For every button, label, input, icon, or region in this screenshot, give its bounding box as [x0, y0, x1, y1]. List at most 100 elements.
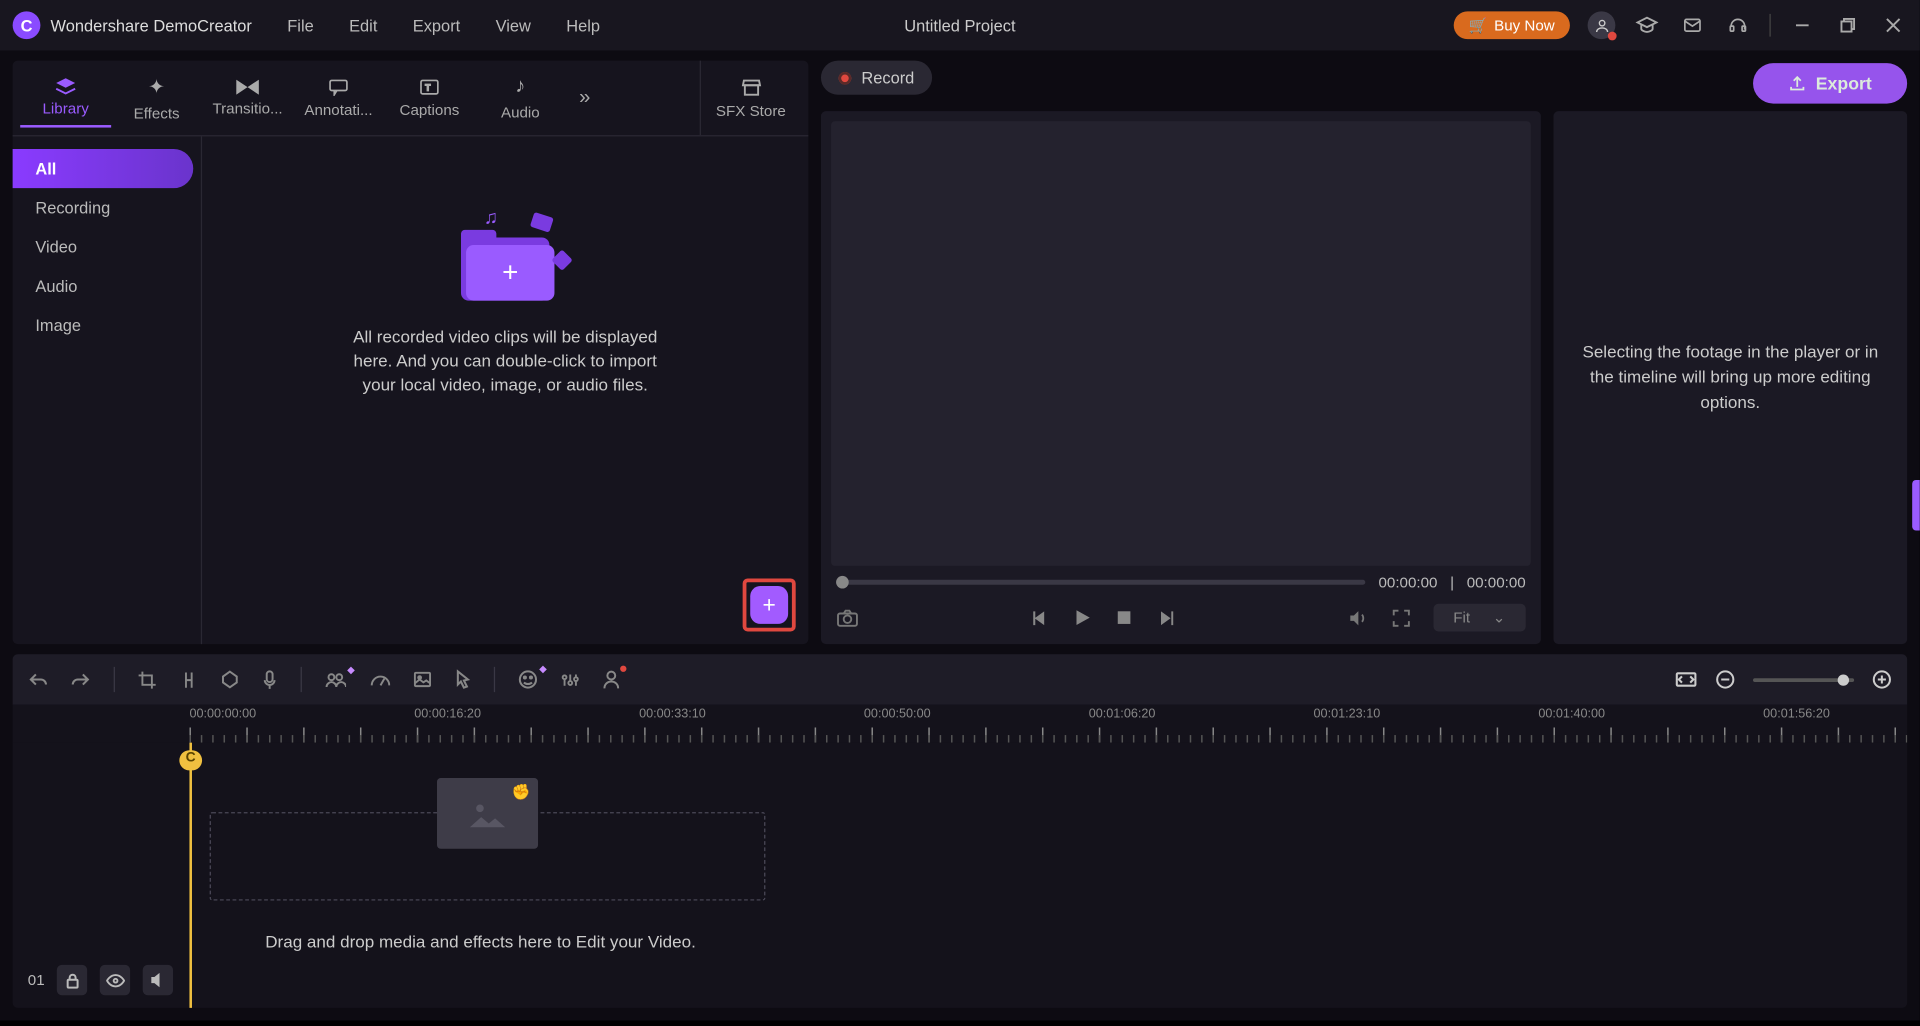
side-panel-handle[interactable]: [1912, 480, 1920, 531]
library-main[interactable]: ♫ + All recorded video clips will be dis…: [202, 136, 808, 644]
zoom-in-icon[interactable]: [1872, 669, 1892, 689]
split-icon[interactable]: [179, 670, 198, 689]
volume-icon[interactable]: [1347, 608, 1368, 627]
marker-icon[interactable]: [221, 669, 239, 689]
import-folder-illustration: ♫ +: [448, 212, 562, 300]
sidebar-item-recording[interactable]: Recording: [13, 188, 194, 227]
ruler-label: 00:00:16:20: [414, 707, 481, 721]
ruler-label: 00:00:50:00: [864, 707, 931, 721]
media-thumbnail[interactable]: ✊: [437, 778, 538, 849]
menu-file[interactable]: File: [287, 16, 313, 35]
library-empty-message: All recorded video clips will be display…: [347, 326, 663, 398]
stop-icon[interactable]: [1117, 610, 1132, 625]
app-logo: C: [13, 11, 41, 39]
freeze-frame-icon[interactable]: [413, 671, 432, 689]
preview-scrubber[interactable]: [836, 580, 1366, 585]
tab-library[interactable]: Library: [20, 69, 111, 127]
record-dot-icon: [839, 71, 852, 84]
track-visibility-icon[interactable]: [100, 965, 130, 995]
sidebar-item-all[interactable]: All: [13, 149, 194, 188]
tab-audio[interactable]: ♪ Audio: [475, 68, 566, 129]
sidebar-item-video[interactable]: Video: [13, 227, 194, 266]
track-mute-icon[interactable]: [143, 965, 173, 995]
track-number: 01: [28, 971, 45, 989]
close-icon[interactable]: [1879, 11, 1907, 39]
playhead[interactable]: [189, 743, 192, 1008]
ruler-label: 00:00:33:10: [639, 707, 706, 721]
ruler-label: 00:01:06:20: [1089, 707, 1156, 721]
preview-time-current: 00:00:00: [1378, 573, 1437, 591]
timeline-ruler[interactable]: 00:00:00:00 00:00:16:20 00:00:33:10 00:0…: [13, 705, 1908, 743]
buy-now-button[interactable]: 🛒 Buy Now: [1454, 11, 1570, 39]
ruler-label: 00:01:23:10: [1314, 707, 1381, 721]
person-icon[interactable]: [602, 669, 620, 689]
zoom-out-icon[interactable]: [1715, 669, 1735, 689]
tab-transitions[interactable]: Transitio...: [202, 71, 293, 124]
minimize-icon[interactable]: [1788, 11, 1816, 39]
headset-icon[interactable]: [1724, 11, 1752, 39]
record-button[interactable]: Record: [821, 61, 932, 95]
play-icon[interactable]: [1074, 609, 1092, 627]
tab-effects[interactable]: ✦ Effects: [111, 66, 202, 129]
voiceover-icon[interactable]: [261, 669, 277, 690]
tab-transitions-label: Transitio...: [212, 99, 282, 117]
crop-icon[interactable]: [138, 670, 157, 689]
sidebar-item-image[interactable]: Image: [13, 306, 194, 345]
library-tabs: Library ✦ Effects Transitio... Annot: [13, 61, 809, 137]
menu-export[interactable]: Export: [413, 16, 460, 35]
buy-now-label: Buy Now: [1494, 16, 1555, 34]
store-icon: [739, 76, 762, 96]
tab-captions[interactable]: T Captions: [384, 70, 475, 126]
next-frame-icon[interactable]: [1157, 609, 1173, 625]
snapshot-icon[interactable]: [836, 608, 859, 627]
sidebar-item-audio[interactable]: Audio: [13, 266, 194, 305]
tab-more[interactable]: »: [566, 79, 604, 117]
graduation-icon[interactable]: [1633, 11, 1661, 39]
options-message: Selecting the footage in the player or i…: [1579, 339, 1882, 416]
tab-effects-label: Effects: [134, 104, 180, 122]
notification-dot: [1608, 32, 1617, 41]
time-sep: |: [1450, 573, 1454, 591]
tab-annotations[interactable]: Annotati...: [293, 70, 384, 126]
tab-sfx-store[interactable]: SFX Store: [700, 61, 801, 136]
chevron-down-icon: ⌄: [1493, 609, 1506, 627]
mail-icon[interactable]: [1679, 11, 1707, 39]
preview-screen[interactable]: [831, 121, 1531, 566]
menu-help[interactable]: Help: [566, 16, 600, 35]
video-chip-icon: [530, 212, 554, 233]
redo-icon[interactable]: [71, 671, 91, 689]
tab-sfx-label: SFX Store: [716, 102, 786, 120]
undo-icon[interactable]: [28, 671, 48, 689]
fit-dropdown[interactable]: Fit ⌄: [1433, 604, 1526, 632]
fullscreen-icon[interactable]: [1391, 608, 1410, 627]
zoom-slider[interactable]: [1753, 678, 1854, 682]
group-icon[interactable]: ◆: [325, 670, 346, 689]
track-header: 01: [28, 965, 174, 995]
speed-icon[interactable]: [369, 671, 390, 689]
cart-icon: 🛒: [1469, 16, 1488, 34]
timeline-empty-message: Drag and drop media and effects here to …: [265, 932, 696, 951]
library-sidebar: All Recording Video Audio Image: [13, 136, 202, 644]
timeline-toolbar: ◆ ◆: [13, 654, 1908, 705]
menu-view[interactable]: View: [496, 16, 531, 35]
track-lock-icon[interactable]: [57, 965, 87, 995]
ruler-label: 00:01:56:20: [1763, 707, 1830, 721]
record-label: Record: [861, 68, 914, 87]
face-effect-icon[interactable]: ◆: [518, 669, 538, 689]
diamond-icon: [551, 249, 572, 270]
maximize-icon[interactable]: [1834, 11, 1862, 39]
folder-plus-icon: +: [466, 245, 554, 301]
cursor-icon[interactable]: [455, 669, 471, 689]
account-icon[interactable]: [1588, 11, 1616, 39]
export-button[interactable]: Export: [1753, 63, 1908, 103]
prev-frame-icon[interactable]: [1032, 609, 1048, 625]
timeline-tracks[interactable]: ✊ Drag and drop media and effects here t…: [13, 743, 1908, 1008]
adjust-icon[interactable]: [561, 670, 580, 689]
menu-edit[interactable]: Edit: [349, 16, 377, 35]
audio-icon: ♪: [515, 75, 525, 98]
captions-icon: T: [419, 78, 439, 96]
add-media-button[interactable]: +: [750, 586, 788, 624]
grab-icon: ✊: [512, 783, 531, 801]
fit-timeline-icon[interactable]: [1675, 671, 1698, 689]
transitions-icon: [236, 79, 259, 94]
